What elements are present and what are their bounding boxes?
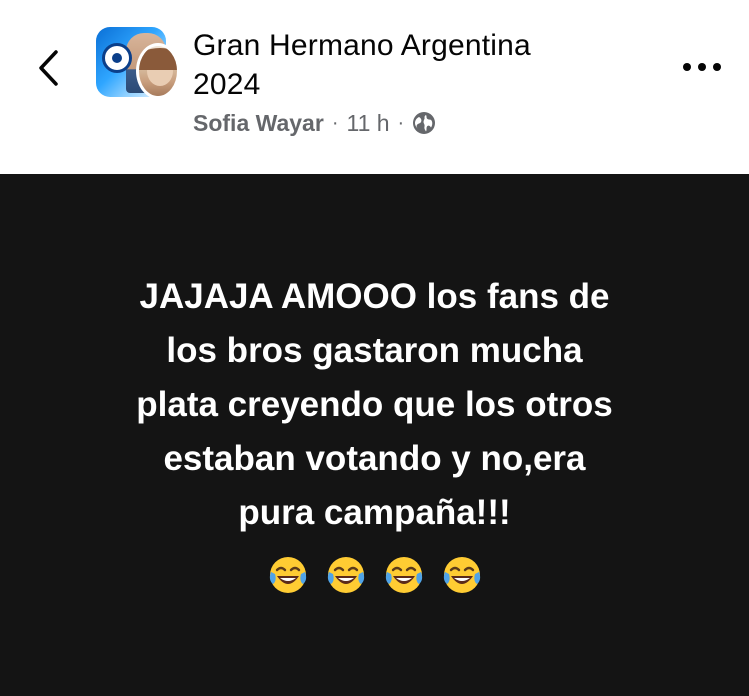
emoji-row xyxy=(0,554,749,596)
post-content: JAJAJA AMOOO los fans de los bros gastar… xyxy=(0,174,749,696)
globe-icon xyxy=(413,112,436,134)
more-options-button[interactable] xyxy=(680,52,724,82)
author-avatar xyxy=(136,43,180,99)
group-avatar-stack[interactable] xyxy=(96,27,180,101)
meta-separator: · xyxy=(397,111,405,134)
face-with-tears-of-joy-icon xyxy=(385,557,422,593)
face-with-tears-of-joy-icon xyxy=(269,557,306,593)
post-timestamp[interactable]: 11 h xyxy=(346,110,389,137)
author-name-link[interactable]: Sofia Wayar xyxy=(193,110,324,137)
back-button[interactable] xyxy=(28,44,68,92)
post-meta: Sofia Wayar · 11 h · xyxy=(193,108,436,138)
post-header: Gran Hermano Argentina 2024 Sofia Wayar … xyxy=(0,0,749,174)
group-name-link[interactable]: Gran Hermano Argentina 2024 xyxy=(193,26,663,104)
chevron-left-icon xyxy=(39,50,58,86)
face-with-tears-of-joy-icon xyxy=(443,557,480,593)
post-text: JAJAJA AMOOO los fans de los bros gastar… xyxy=(136,277,613,532)
face-with-tears-of-joy-icon xyxy=(327,557,364,593)
meta-separator: · xyxy=(331,111,339,134)
more-horizontal-icon xyxy=(683,63,721,71)
